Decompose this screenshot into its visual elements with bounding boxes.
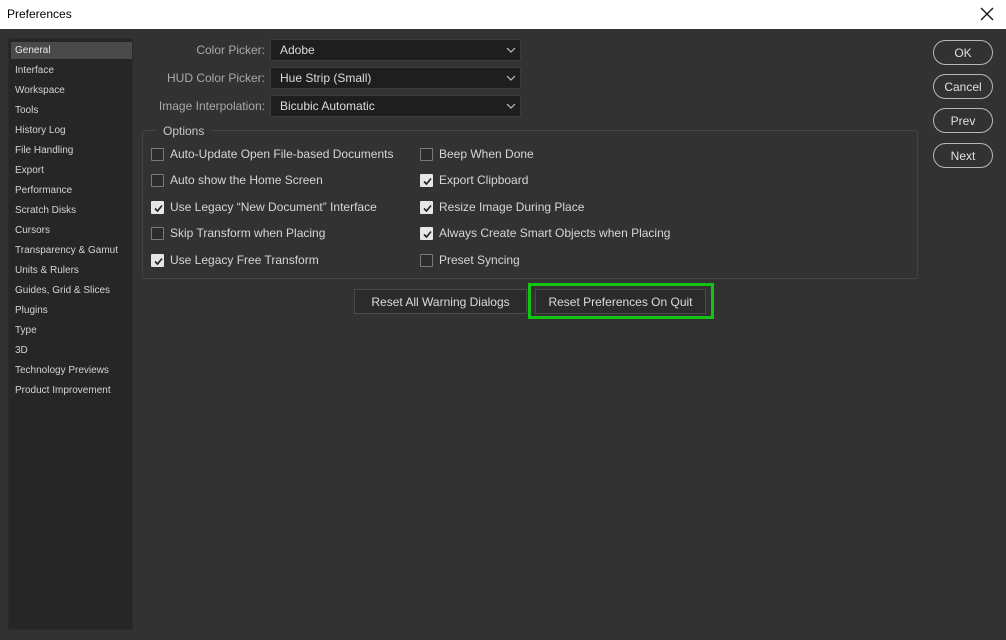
color-picker-label: Color Picker:: [196, 43, 265, 57]
ok-button[interactable]: OK: [933, 40, 993, 65]
reset-warning-dialogs-button[interactable]: Reset All Warning Dialogs: [354, 289, 527, 314]
sidebar-item-performance[interactable]: Performance: [11, 182, 132, 199]
sidebar-item-export[interactable]: Export: [11, 162, 132, 179]
sidebar-item-transparency-gamut[interactable]: Transparency & Gamut: [11, 242, 132, 259]
reset-preferences-on-quit-button[interactable]: Reset Preferences On Quit: [535, 289, 706, 314]
sidebar-item-units-rulers[interactable]: Units & Rulers: [11, 262, 132, 279]
checkbox-checked[interactable]: [420, 227, 433, 240]
sidebar-item-history-log[interactable]: History Log: [11, 122, 132, 139]
sidebar-item-scratch-disks[interactable]: Scratch Disks: [11, 202, 132, 219]
sidebar-item-type[interactable]: Type: [11, 322, 132, 339]
sidebar-item-workspace[interactable]: Workspace: [11, 82, 132, 99]
hud-color-picker-select[interactable]: Hue Strip (Small): [270, 67, 521, 89]
cancel-button[interactable]: Cancel: [933, 74, 993, 99]
chevron-down-icon: [506, 75, 516, 81]
window-title: Preferences: [7, 7, 72, 21]
checkmark-icon: [423, 177, 432, 186]
hud-color-picker-label: HUD Color Picker:: [166, 71, 265, 85]
sidebar-item-technology-previews[interactable]: Technology Previews: [11, 362, 132, 379]
checkbox-checked[interactable]: [151, 254, 164, 267]
sidebar-item-interface[interactable]: Interface: [11, 62, 132, 79]
checkmark-icon: [423, 230, 432, 239]
options-legend: Options: [157, 124, 211, 138]
title-bar: Preferences: [0, 0, 1006, 29]
sidebar-item-cursors[interactable]: Cursors: [11, 222, 132, 239]
close-icon[interactable]: [976, 3, 998, 25]
checkbox-checked[interactable]: [420, 174, 433, 187]
color-picker-value: Adobe: [280, 43, 315, 57]
color-picker-select[interactable]: Adobe: [270, 39, 521, 61]
preferences-sidebar: General Interface Workspace Tools Histor…: [8, 38, 133, 630]
image-interpolation-label: Image Interpolation:: [158, 99, 265, 113]
sidebar-item-file-handling[interactable]: File Handling: [11, 142, 132, 159]
chevron-down-icon: [506, 47, 516, 53]
checkmark-icon: [423, 204, 432, 213]
sidebar-item-plugins[interactable]: Plugins: [11, 302, 132, 319]
checkbox-checked[interactable]: [420, 201, 433, 214]
checkbox[interactable]: [420, 148, 433, 161]
sidebar-item-product-improvement[interactable]: Product Improvement: [11, 382, 132, 399]
checkbox[interactable]: [151, 174, 164, 187]
sidebar-item-guides-grid-slices[interactable]: Guides, Grid & Slices: [11, 282, 132, 299]
checkbox[interactable]: [420, 254, 433, 267]
hud-color-picker-value: Hue Strip (Small): [280, 71, 372, 85]
checkbox-checked[interactable]: [151, 201, 164, 214]
checkmark-icon: [154, 204, 163, 213]
sidebar-item-3d[interactable]: 3D: [11, 342, 132, 359]
checkmark-icon: [154, 257, 163, 266]
image-interpolation-value: Bicubic Automatic: [280, 99, 375, 113]
checkbox[interactable]: [151, 227, 164, 240]
sidebar-item-tools[interactable]: Tools: [11, 102, 132, 119]
chevron-down-icon: [506, 103, 516, 109]
prev-button[interactable]: Prev: [933, 108, 993, 133]
sidebar-item-general[interactable]: General: [11, 42, 132, 59]
checkbox[interactable]: [151, 148, 164, 161]
next-button[interactable]: Next: [933, 143, 993, 168]
image-interpolation-select[interactable]: Bicubic Automatic: [270, 95, 521, 117]
